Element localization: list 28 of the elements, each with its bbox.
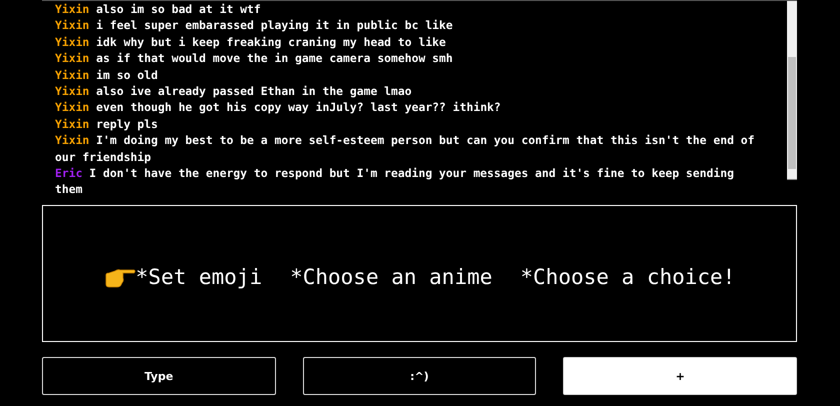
scrollbar-thumb[interactable] — [788, 57, 796, 169]
author-name: Yixin — [55, 2, 90, 16]
chat-message: Yixin im so old — [55, 66, 159, 84]
chat-message: Eric I don't have the energy to respond but I'm reading your messages and it's fine to keep sending them — [55, 165, 735, 198]
chat-message: Yixin also im so bad at it wtf — [55, 1, 262, 18]
scrollbar[interactable] — [787, 1, 797, 180]
menu-option[interactable]: *Choose a choice! — [520, 264, 736, 288]
chat-message: Yixin idk why but i keep freaking craning my head to like — [55, 34, 447, 50]
menu-option[interactable]: *Set emoji — [136, 264, 262, 288]
author-name: Yixin — [55, 133, 90, 148]
author-name: Yixin — [55, 84, 90, 98]
chat-message: Yixin I'm doing my best to be a more self-esteem person but can you confirm that this isn't the end of our friendship — [55, 132, 755, 166]
action-button[interactable]: :^) — [302, 357, 536, 395]
author-name: Yixin — [55, 34, 90, 49]
author-name: Yixin — [55, 18, 90, 32]
author-name: Yixin — [55, 51, 90, 66]
author-name: Yixin — [55, 116, 90, 131]
chat-message: Yixin reply pls — [55, 116, 159, 132]
author-name: Yixin — [55, 68, 90, 82]
action-button[interactable]: Type — [42, 357, 276, 395]
chat-message: Yixin i feel super embarassed playing it in public bc like — [55, 17, 454, 34]
action-button[interactable]: + — [563, 357, 798, 395]
author-name: Yixin — [55, 100, 90, 114]
author-name: Eric — [55, 166, 82, 180]
chat-message: Yixin as if that would move the in game camera somehow smh — [55, 50, 454, 67]
chat-message: Yixin even though he got his copy way inJuly? last year?? ithink? — [55, 99, 502, 116]
chat-message: Yixin also ive already passed Ethan in the game lmao — [55, 83, 413, 100]
menu-option[interactable]: *Choose an anime — [290, 264, 492, 288]
